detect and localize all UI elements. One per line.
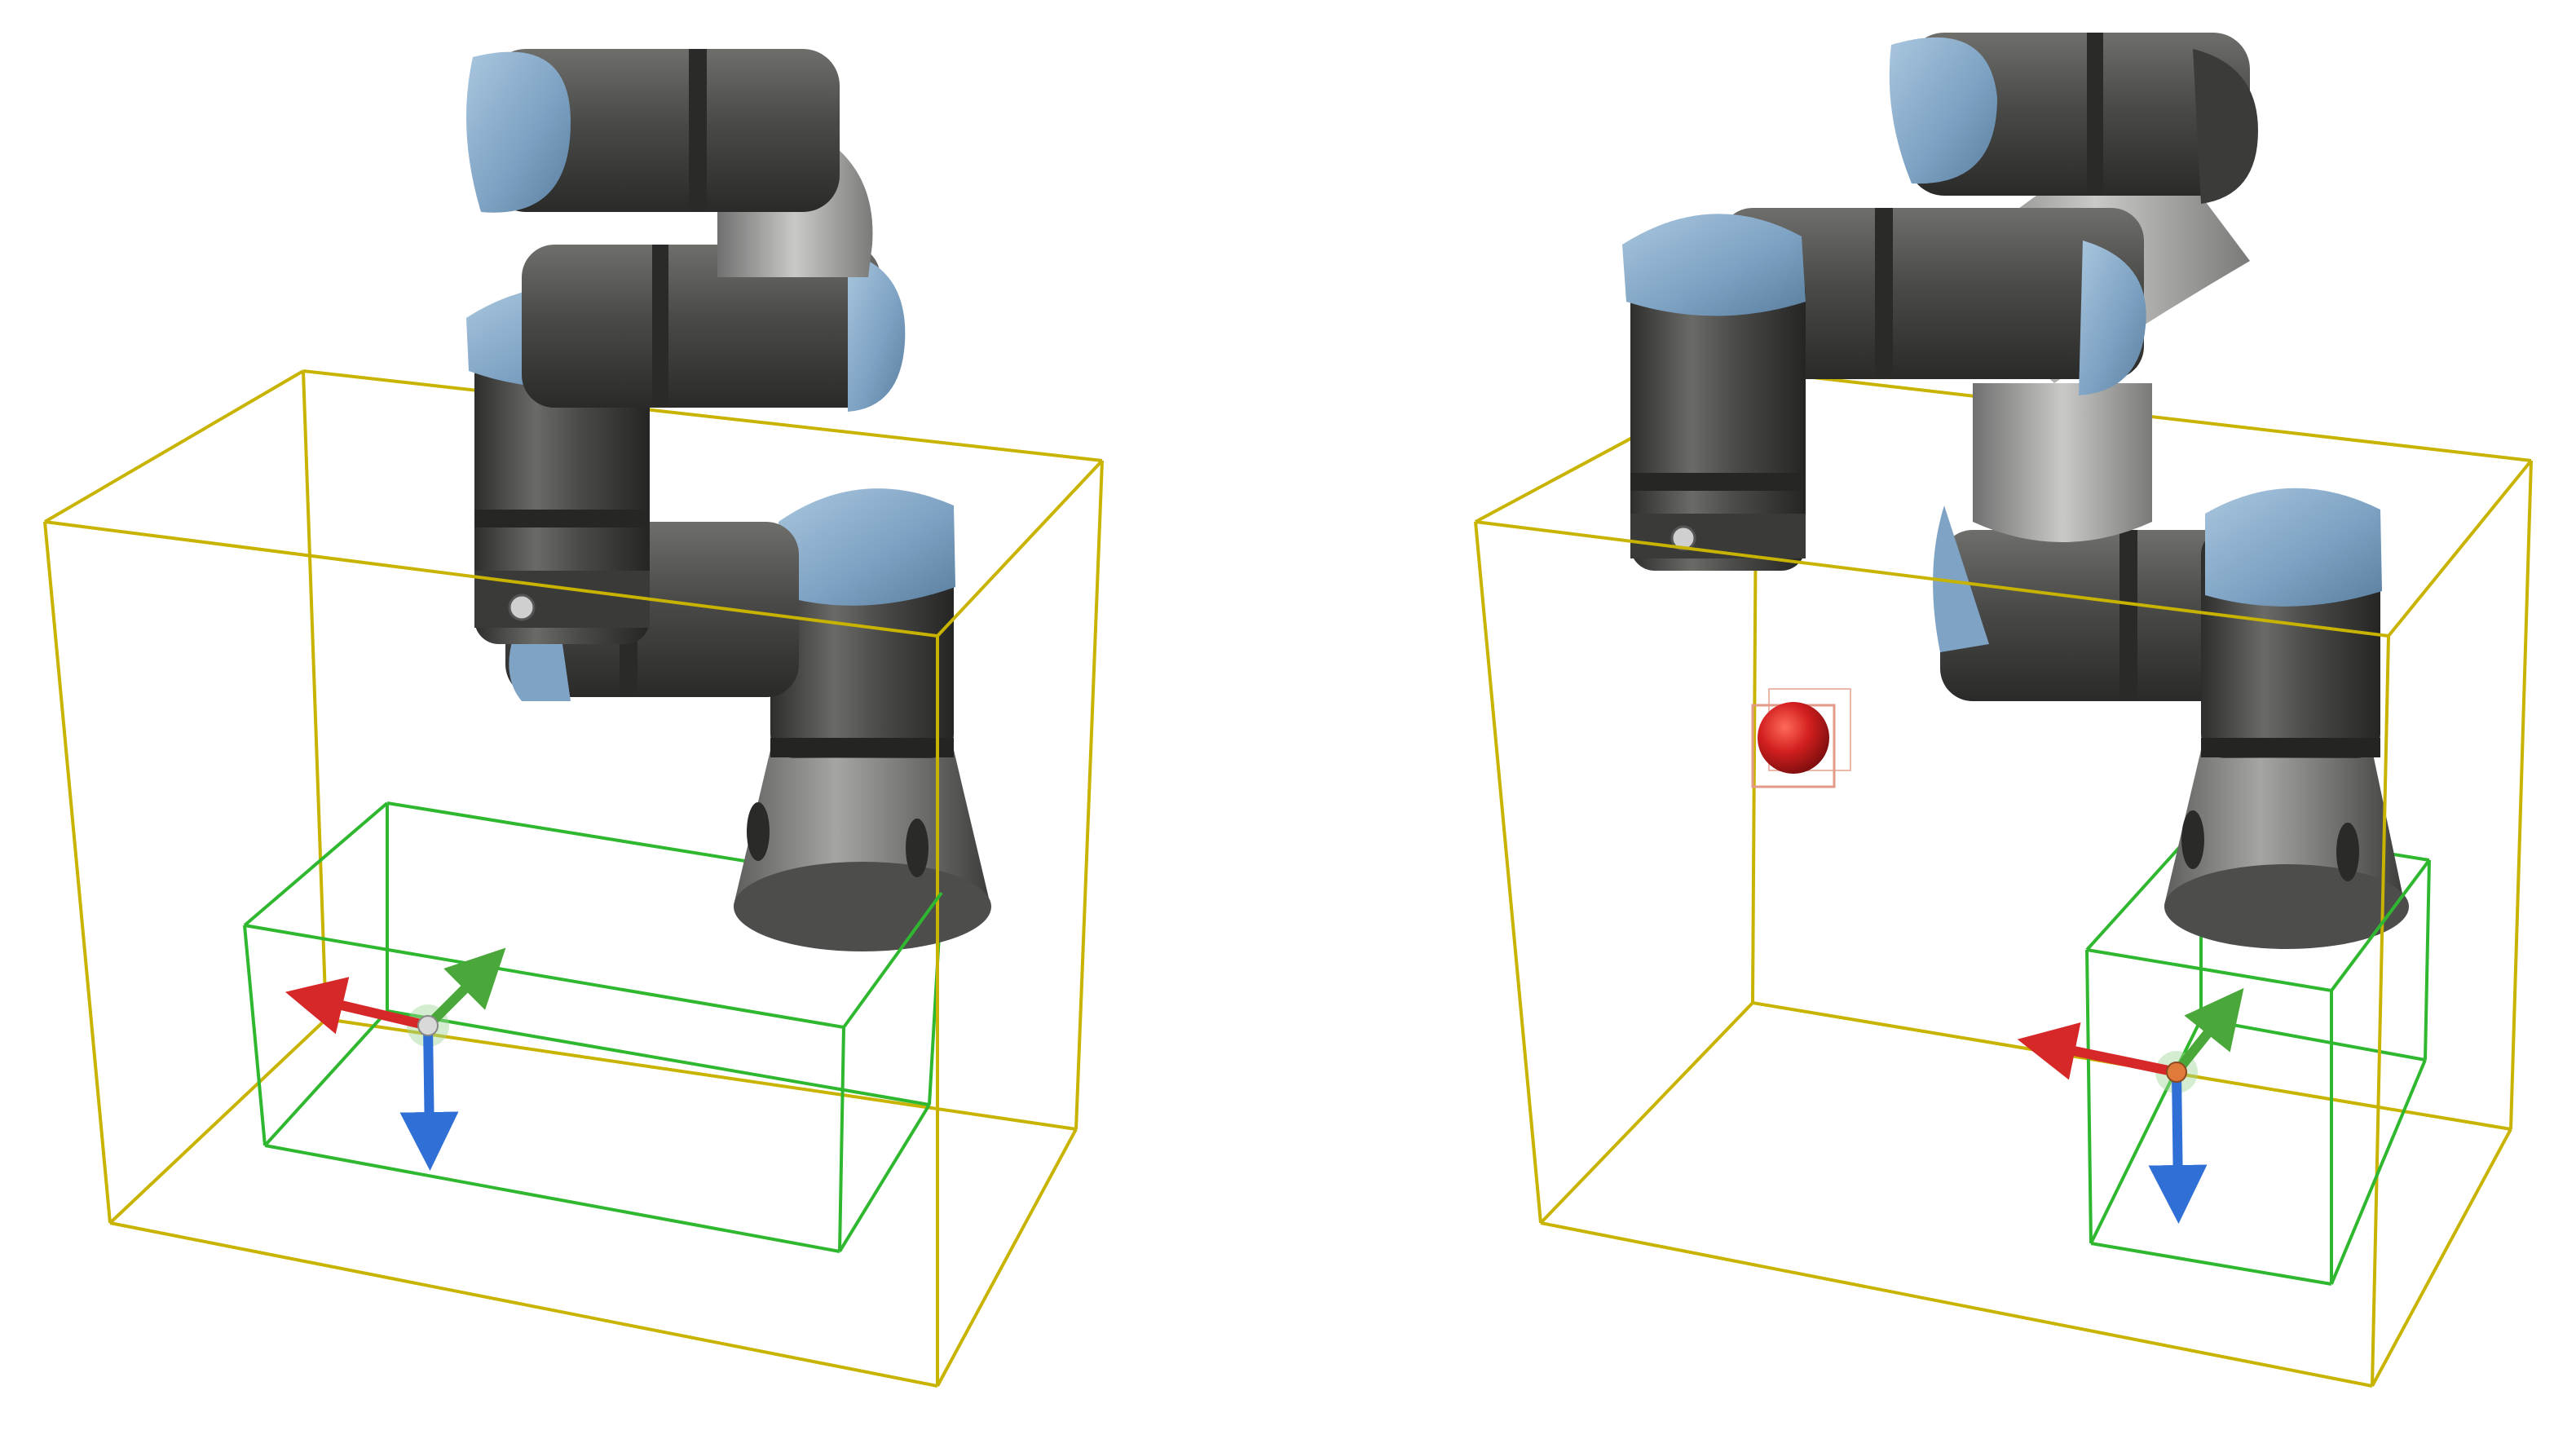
left-robot-scene [43, 49, 1104, 1388]
red-sphere-icon[interactable] [1751, 688, 1851, 788]
xyz-axes-gizmo-icon[interactable] [2017, 987, 2244, 1224]
xyz-axes-gizmo-icon[interactable] [285, 947, 506, 1171]
scene-canvas [43, 33, 2533, 1388]
right-robot-scene [1474, 33, 2533, 1388]
robot-arm [1622, 33, 2409, 949]
robot-arm [466, 49, 991, 951]
